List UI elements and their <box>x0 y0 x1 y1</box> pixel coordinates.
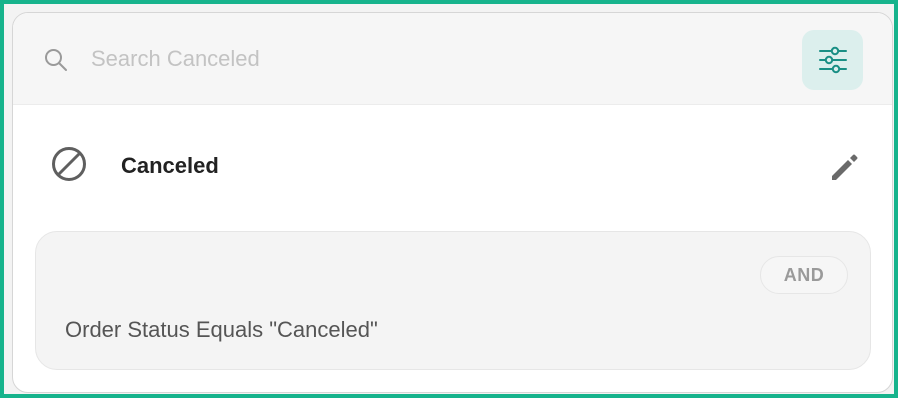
status-label: Canceled <box>121 153 219 178</box>
condition-group: AND Order Status Equals "Canceled" <box>35 231 871 370</box>
search-input[interactable] <box>91 39 751 79</box>
operator-chip[interactable]: AND <box>760 256 848 294</box>
edit-status-button[interactable] <box>825 147 865 187</box>
filter-settings-button[interactable] <box>802 30 863 90</box>
search-bar <box>13 13 892 105</box>
pencil-icon <box>825 154 865 190</box>
block-icon <box>51 146 87 182</box>
status-row: Canceled <box>13 133 892 203</box>
screenshot-frame: Canceled AND Order Status Equals "Cancel… <box>0 0 898 398</box>
condition-rule-text: Order Status Equals "Canceled" <box>65 317 378 342</box>
search-icon <box>43 47 69 73</box>
status-filter-card: Canceled AND Order Status Equals "Cancel… <box>12 12 893 393</box>
